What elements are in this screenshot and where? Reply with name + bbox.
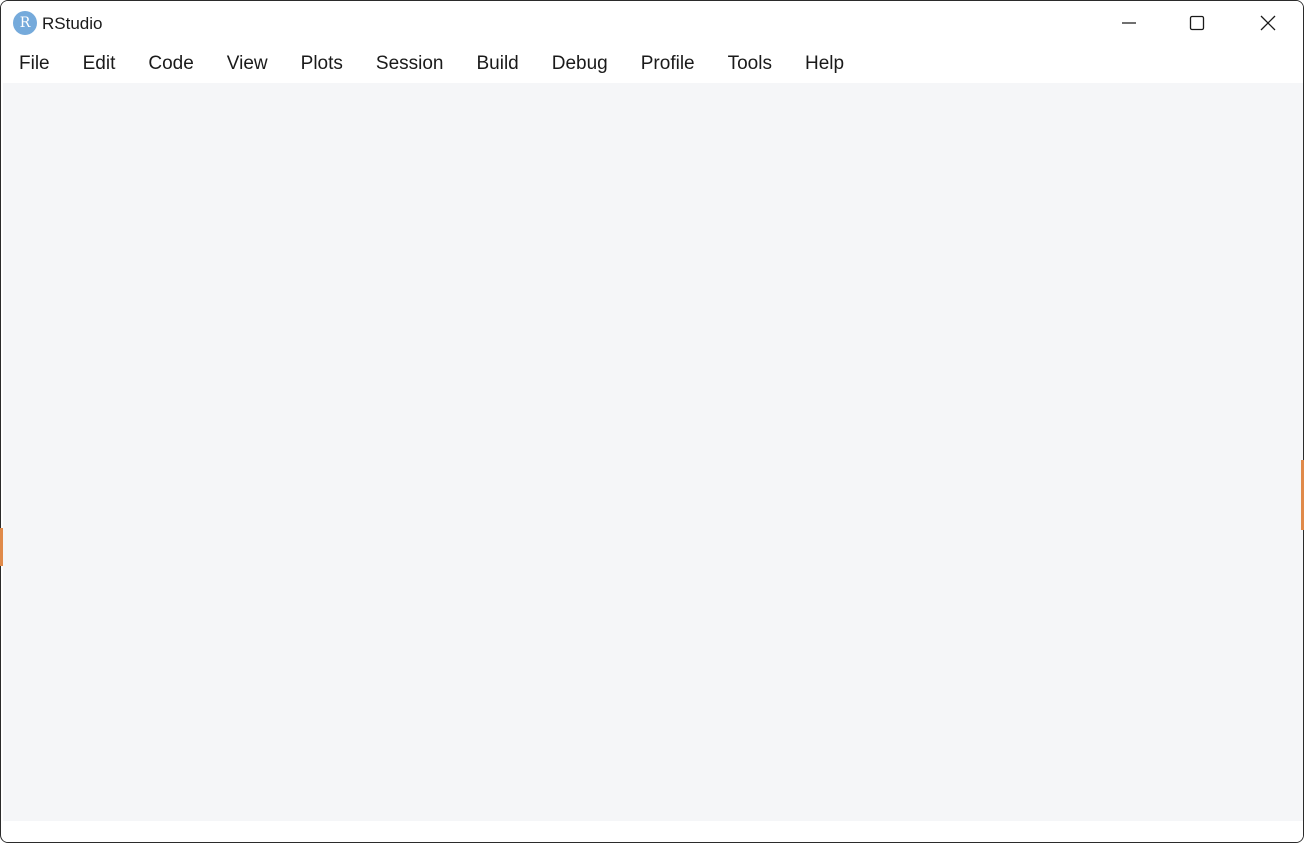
status-strip [3, 821, 1303, 842]
close-button[interactable] [1233, 1, 1303, 45]
minimize-button[interactable] [1094, 1, 1164, 45]
title-bar[interactable]: R RStudio [1, 1, 1303, 45]
main-content-area[interactable] [3, 83, 1303, 821]
menu-tools[interactable]: Tools [728, 45, 772, 83]
maximize-button[interactable] [1162, 1, 1232, 45]
menu-code[interactable]: Code [148, 45, 193, 83]
close-icon [1260, 15, 1276, 31]
menu-plots[interactable]: Plots [301, 45, 343, 83]
menu-bar: File Edit Code View Plots Session Build … [1, 45, 1303, 83]
menu-session[interactable]: Session [376, 45, 444, 83]
maximize-icon [1189, 15, 1205, 31]
menu-profile[interactable]: Profile [641, 45, 695, 83]
minimize-icon [1122, 22, 1136, 24]
rstudio-window: R RStudio File Edit Code View Plots Sess… [0, 0, 1304, 843]
rstudio-logo-icon: R [13, 11, 37, 35]
window-title: RStudio [42, 14, 103, 33]
background-window-edge [0, 528, 3, 566]
menu-file[interactable]: File [19, 45, 50, 83]
menu-edit[interactable]: Edit [83, 45, 116, 83]
menu-build[interactable]: Build [477, 45, 519, 83]
menu-help[interactable]: Help [805, 45, 844, 83]
menu-debug[interactable]: Debug [552, 45, 608, 83]
logo-letter: R [19, 15, 31, 31]
menu-view[interactable]: View [227, 45, 268, 83]
